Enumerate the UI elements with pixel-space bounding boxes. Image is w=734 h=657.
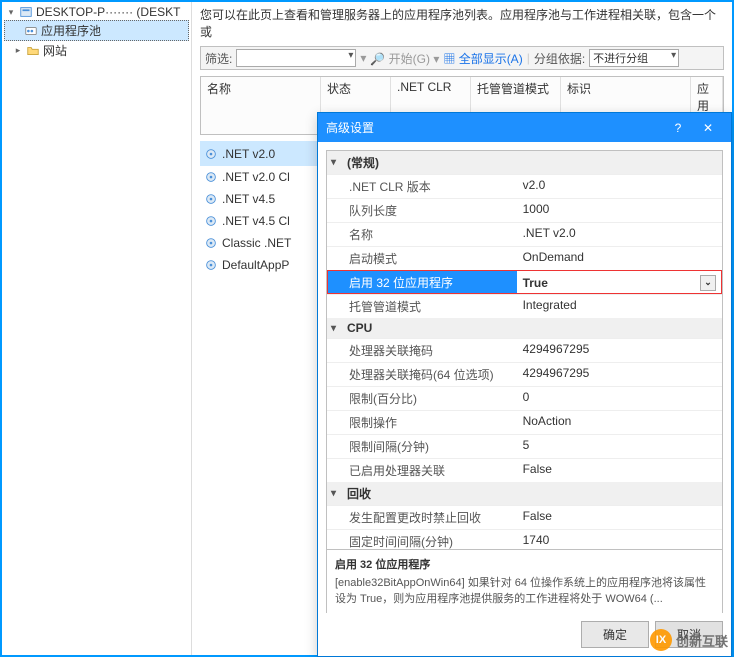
chevron-down-icon[interactable]: ▾	[331, 157, 343, 168]
filter-label: 筛选:	[205, 50, 232, 67]
property-row[interactable]: 名称.NET v2.0	[327, 222, 722, 246]
dialog-title: 高级设置	[326, 119, 663, 136]
start-button[interactable]: 🔎 开始(G) ▾	[370, 50, 439, 67]
property-row[interactable]: 固定时间间隔(分钟)1740	[327, 529, 722, 550]
filter-toolbar: 筛选: ▾ 🔎 开始(G) ▾ ▦ 全部显示(A) | 分组依据: 不进行分组	[200, 46, 724, 70]
property-value[interactable]: NoAction	[517, 411, 722, 434]
property-value[interactable]: False	[517, 459, 722, 482]
property-name: 启用 32 位应用程序	[327, 271, 517, 294]
property-value[interactable]: OnDemand	[517, 247, 722, 270]
property-row[interactable]: 发生配置更改时禁止回收False	[327, 505, 722, 529]
property-name: 发生配置更改时禁止回收	[327, 506, 517, 529]
property-name: 已启用处理器关联	[327, 459, 517, 482]
server-icon	[19, 5, 33, 19]
chevron-down-icon[interactable]: ▾	[331, 488, 343, 499]
chevron-down-icon[interactable]: ▾	[331, 323, 343, 334]
tree-node-sites[interactable]: ▸ 网站	[4, 41, 189, 60]
help-title: 启用 32 位应用程序	[335, 556, 714, 572]
property-name: 队列长度	[327, 199, 517, 222]
property-name: 启动模式	[327, 247, 517, 270]
property-value[interactable]: 4294967295	[517, 363, 722, 386]
advanced-settings-dialog: 高级设置 ? ✕ ▾(常规).NET CLR 版本v2.0队列长度1000名称.…	[317, 112, 732, 657]
help-button[interactable]: ?	[663, 121, 693, 135]
property-name: 托管管道模式	[327, 295, 517, 318]
app-pool-icon	[204, 214, 218, 228]
connections-tree[interactable]: ▾ DESKTOP-P······· (DESKT 应用程序池 ▸ 网站	[2, 2, 192, 655]
property-name: 限制(百分比)	[327, 387, 517, 410]
property-value[interactable]: 0	[517, 387, 722, 410]
close-button[interactable]: ✕	[693, 121, 723, 135]
property-row[interactable]: 处理器关联掩码4294967295	[327, 338, 722, 362]
property-category[interactable]: ▾(常规)	[327, 151, 722, 174]
app-pool-icon	[204, 258, 218, 272]
dropdown-button[interactable]: ⌄	[700, 275, 716, 291]
property-name: 处理器关联掩码(64 位选项)	[327, 363, 517, 386]
property-row[interactable]: 已启用处理器关联False	[327, 458, 722, 482]
property-row[interactable]: 限制(百分比)0	[327, 386, 722, 410]
tree-node-server[interactable]: ▾ DESKTOP-P······· (DESKT	[4, 4, 189, 20]
tree-node-label: DESKTOP-P······· (DESKT	[36, 5, 180, 19]
property-value[interactable]: 4294967295	[517, 339, 722, 362]
tree-node-label: 网站	[43, 42, 67, 59]
dialog-buttons: 确定 取消	[318, 613, 731, 656]
property-value[interactable]: .NET v2.0	[517, 223, 722, 246]
property-value[interactable]: 1000	[517, 199, 722, 222]
property-value[interactable]: False	[517, 506, 722, 529]
property-value[interactable]: Integrated	[517, 295, 722, 318]
help-body: [enable32BitAppOnWin64] 如果针对 64 位操作系统上的应…	[335, 574, 714, 606]
property-help-panel: 启用 32 位应用程序 [enable32BitAppOnWin64] 如果针对…	[326, 550, 723, 613]
folder-icon	[26, 44, 40, 58]
filter-input[interactable]	[236, 49, 356, 67]
app-pool-icon	[204, 192, 218, 206]
property-row[interactable]: .NET CLR 版本v2.0	[327, 174, 722, 198]
property-name: .NET CLR 版本	[327, 175, 517, 198]
group-by-label: 分组依据:	[534, 50, 585, 67]
app-pool-icon	[204, 170, 218, 184]
property-value[interactable]: v2.0	[517, 175, 722, 198]
app-pool-icon	[204, 147, 218, 161]
ok-button[interactable]: 确定	[581, 621, 649, 648]
property-row[interactable]: 托管管道模式Integrated	[327, 294, 722, 318]
property-name: 处理器关联掩码	[327, 339, 517, 362]
property-row[interactable]: 启用 32 位应用程序True⌄	[327, 270, 722, 294]
property-name: 名称	[327, 223, 517, 246]
property-category[interactable]: ▾CPU	[327, 318, 722, 338]
property-value[interactable]: 1740	[517, 530, 722, 550]
property-row[interactable]: 队列长度1000	[327, 198, 722, 222]
property-name: 固定时间间隔(分钟)	[327, 530, 517, 550]
property-name: 限制操作	[327, 411, 517, 434]
tree-node-app-pools[interactable]: 应用程序池	[4, 20, 189, 41]
col-name[interactable]: 名称	[201, 77, 321, 134]
property-name: 限制间隔(分钟)	[327, 435, 517, 458]
property-value[interactable]: 5	[517, 435, 722, 458]
app-pool-icon	[24, 24, 38, 38]
expand-toggle[interactable]: ▸	[13, 45, 23, 56]
property-value[interactable]: True⌄	[517, 271, 722, 294]
cancel-button[interactable]: 取消	[655, 621, 723, 648]
dialog-titlebar[interactable]: 高级设置 ? ✕	[318, 113, 731, 142]
tree-node-label: 应用程序池	[41, 22, 101, 39]
app-pool-icon	[204, 236, 218, 250]
property-grid[interactable]: ▾(常规).NET CLR 版本v2.0队列长度1000名称.NET v2.0启…	[326, 150, 723, 550]
show-all-button[interactable]: ▦ 全部显示(A)	[443, 50, 522, 67]
page-description: 您可以在此页上查看和管理服务器上的应用程序池列表。应用程序池与工作进程相关联，包…	[200, 6, 724, 40]
property-category[interactable]: ▾回收	[327, 482, 722, 505]
group-by-select[interactable]: 不进行分组	[589, 49, 679, 67]
expand-toggle[interactable]: ▾	[6, 7, 16, 18]
property-row[interactable]: 限制间隔(分钟)5	[327, 434, 722, 458]
property-row[interactable]: 限制操作NoAction	[327, 410, 722, 434]
property-row[interactable]: 处理器关联掩码(64 位选项)4294967295	[327, 362, 722, 386]
property-row[interactable]: 启动模式OnDemand	[327, 246, 722, 270]
